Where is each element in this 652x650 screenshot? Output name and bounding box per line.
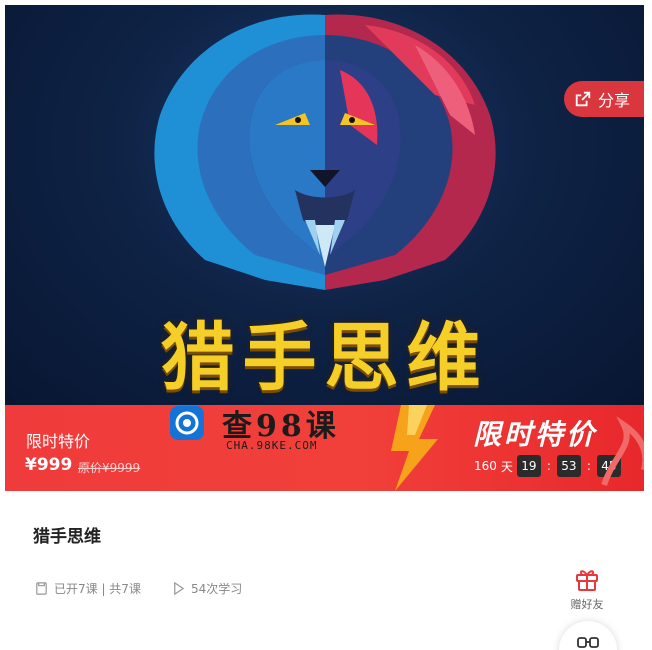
- course-page: 猎手思维 分享 限时特价 ¥999 原价¥9999 限时特价 160 天 19 …: [0, 0, 652, 650]
- countdown-separator: :: [546, 459, 551, 473]
- play-icon: [174, 581, 185, 596]
- course-title: 猎手思维: [33, 527, 101, 547]
- share-button[interactable]: 分享: [564, 81, 644, 117]
- watermark: 查98课 CHA.98KE.COM: [170, 403, 340, 459]
- countdown-days: 160: [474, 459, 497, 473]
- banner-title: 猎手思维: [160, 315, 489, 401]
- headphone-icon: [577, 637, 599, 648]
- lightning-icon: [391, 405, 438, 491]
- gift-icon: [576, 570, 598, 591]
- view-count: 54次学习: [171, 580, 242, 597]
- lion-illustration: [154, 14, 496, 290]
- lesson-count: 已开7课 | 共7课: [34, 580, 141, 597]
- course-banner: 猎手思维 分享: [5, 5, 644, 405]
- watermark-subtitle: CHA.98KE.COM: [226, 439, 318, 452]
- countdown-hours: 19: [516, 455, 541, 477]
- course-meta: 已开7课 | 共7课 54次学习: [34, 580, 242, 597]
- countdown-separator: :: [586, 459, 591, 473]
- gift-friend-button[interactable]: 赠好友: [568, 566, 606, 612]
- promo-slogan: 限时特价: [473, 418, 598, 451]
- watermark-logo-icon: [170, 406, 204, 440]
- price-label: 限时特价: [26, 432, 91, 451]
- countdown-days-unit: 天: [500, 459, 513, 474]
- share-icon: [575, 91, 591, 107]
- countdown-minutes: 53: [556, 455, 581, 477]
- current-price: ¥999: [25, 455, 73, 475]
- lesson-icon: [36, 582, 47, 595]
- decorative-stroke: [601, 416, 644, 487]
- share-label: 分享: [598, 91, 631, 110]
- original-price: 原价¥9999: [78, 461, 141, 475]
- gift-label: 赠好友: [570, 598, 604, 611]
- headphone-float-button[interactable]: [559, 621, 617, 650]
